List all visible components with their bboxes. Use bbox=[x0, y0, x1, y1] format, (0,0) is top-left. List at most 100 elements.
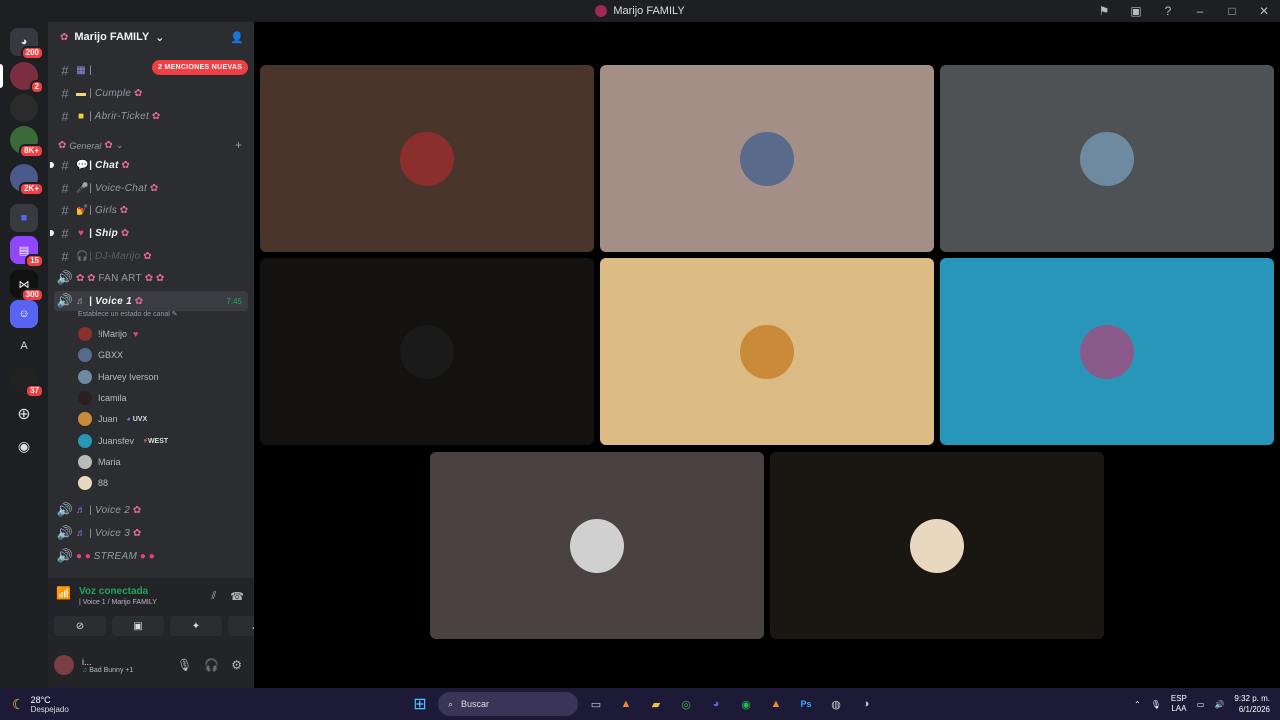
channel-cumple[interactable]: # ▬ | Cumple ✿ bbox=[54, 83, 248, 103]
channel-voice-1[interactable]: 🔊 ♬ | Voice 1 ✿ 7:45 bbox=[54, 291, 248, 311]
screen-icon[interactable]: ▣ bbox=[1120, 0, 1152, 22]
mic-emoji: 🎤 bbox=[76, 182, 89, 194]
title-bar: Marijo FAMILY ⚑ ▣ ? – □ ✕ bbox=[0, 0, 1280, 22]
twitch-icon[interactable]: ▤ 15 bbox=[10, 236, 44, 268]
category-general[interactable]: ✿ General ✿ ⌄ bbox=[58, 140, 123, 151]
avatar bbox=[740, 131, 794, 186]
avatar bbox=[1080, 324, 1134, 379]
chevron-up-icon[interactable]: ⌃ bbox=[1134, 700, 1141, 709]
maximize-button[interactable]: □ bbox=[1216, 0, 1248, 22]
participant-tile[interactable] bbox=[940, 258, 1274, 445]
file-explorer-icon[interactable]: ▰ bbox=[644, 692, 668, 716]
activities-button[interactable]: ✦ bbox=[170, 616, 222, 636]
windows-start-icon[interactable]: ⊞ bbox=[408, 692, 432, 716]
participant-tile[interactable] bbox=[600, 258, 934, 445]
avatar bbox=[1080, 131, 1134, 186]
screen-share-icon: ▣ bbox=[133, 620, 143, 632]
explore-icon[interactable]: ◉ bbox=[10, 432, 38, 460]
inbox-icon[interactable]: ⚑ bbox=[1088, 0, 1120, 22]
volume-icon[interactable]: 🔊 bbox=[1214, 700, 1224, 709]
participant-tile[interactable] bbox=[260, 258, 594, 445]
participant-tile[interactable] bbox=[430, 452, 764, 639]
voice-member[interactable]: GBXX bbox=[78, 346, 123, 364]
app-icon[interactable]: ▲ bbox=[764, 692, 788, 716]
task-view-icon[interactable]: ▭ bbox=[584, 692, 608, 716]
search-box[interactable]: ⌕ Buscar bbox=[438, 692, 578, 716]
server-avatar-icon[interactable]: ☺ bbox=[10, 300, 38, 328]
server-name: Marijo FAMILY bbox=[74, 31, 150, 43]
voice-member[interactable]: Juan ◕ UVX bbox=[78, 410, 147, 428]
participant-tile[interactable] bbox=[260, 65, 594, 252]
chrome-icon[interactable]: ◎ bbox=[674, 692, 698, 716]
server-avatar-icon[interactable]: ⋈ 300 bbox=[10, 270, 44, 302]
minimize-button[interactable]: – bbox=[1184, 0, 1216, 22]
participant-tile[interactable] bbox=[600, 65, 934, 252]
discord-icon[interactable]: ◕ bbox=[704, 692, 728, 716]
voice-member[interactable]: Juansfev ⚡WEST bbox=[78, 432, 168, 450]
temperature: 28°C bbox=[30, 694, 51, 705]
github-icon[interactable]: ◑ bbox=[854, 692, 878, 716]
voice-member[interactable]: !iMarijo ♥ bbox=[78, 325, 138, 343]
participant-tile[interactable] bbox=[940, 65, 1274, 252]
channel-voice-2[interactable]: 🔊 ♬ | Voice 2 ✿ bbox=[54, 500, 248, 520]
music-emoji: ♬ bbox=[76, 295, 86, 307]
server-icon bbox=[595, 5, 608, 17]
voice-member[interactable]: Icamila bbox=[78, 389, 127, 407]
channel-voice-chat[interactable]: # 🎤 | Voice-Chat ✿ bbox=[54, 178, 248, 198]
vlc-icon[interactable]: ▲ bbox=[614, 692, 638, 716]
server-avatar-icon[interactable]: 8K+ bbox=[10, 126, 44, 158]
server-header[interactable]: ✿ Marijo FAMILY ⌄ 👤 bbox=[48, 22, 254, 52]
activities-icon: ✦ bbox=[191, 620, 201, 632]
add-server-icon[interactable]: ⊕ bbox=[10, 400, 38, 428]
voice-active-icon: 🔊 bbox=[56, 293, 74, 308]
channel-chat[interactable]: # 💬 | Chat ✿ bbox=[50, 155, 248, 175]
discord-home-icon[interactable]: ◕ 200 bbox=[10, 28, 44, 60]
folder-icon[interactable]: ■ bbox=[10, 204, 38, 232]
voice-member[interactable]: Maria bbox=[78, 453, 121, 471]
network-icon[interactable]: ▭ bbox=[1197, 700, 1205, 709]
voice-location[interactable]: | Voice 1 / Marijo FAMILY bbox=[79, 599, 157, 606]
channel-status[interactable]: Establece un estado de canal ✎ bbox=[78, 310, 178, 318]
channel-girls[interactable]: # 💅 | Girls ✿ bbox=[54, 200, 248, 220]
help-icon[interactable]: ? bbox=[1152, 0, 1184, 22]
close-button[interactable]: ✕ bbox=[1248, 0, 1280, 22]
weather-widget[interactable]: ☾ 28°C Despejado bbox=[12, 695, 69, 714]
voice-member[interactable]: 88 bbox=[78, 474, 108, 492]
server-avatar-icon[interactable]: 2 bbox=[10, 62, 44, 94]
channel-voice-3[interactable]: 🔊 ♬ | Voice 3 ✿ bbox=[54, 523, 248, 543]
weather-condition: Despejado bbox=[30, 704, 69, 714]
server-avatar-icon[interactable]: 2K+ bbox=[10, 164, 44, 196]
disconnect-icon[interactable]: ☎ bbox=[230, 590, 244, 603]
spotify-icon[interactable]: ◉ bbox=[734, 692, 758, 716]
mic-icon[interactable]: 🎙 bbox=[177, 658, 192, 672]
flower-icon: ✿ bbox=[60, 31, 69, 43]
app-icon[interactable]: ◍ bbox=[824, 692, 848, 716]
add-member-icon[interactable]: 👤 bbox=[230, 31, 244, 44]
noise-suppression-icon[interactable]: ⫽ bbox=[211, 590, 216, 603]
avatar bbox=[400, 131, 454, 186]
add-channel-icon[interactable]: + bbox=[235, 138, 242, 152]
speech-emoji: 💬 bbox=[76, 159, 89, 171]
voice-status: Voz conectada bbox=[78, 586, 149, 597]
mic-tray-icon[interactable]: 🎙 bbox=[1151, 700, 1161, 709]
headphones-icon[interactable]: 🎧 bbox=[204, 658, 219, 672]
speaker-icon: 🔊 bbox=[56, 502, 74, 517]
screen-share-button[interactable]: ▣ bbox=[112, 616, 164, 636]
avatar[interactable] bbox=[54, 655, 74, 675]
camera-button[interactable]: ⊘ bbox=[54, 616, 106, 636]
server-avatar-icon[interactable]: 37 bbox=[10, 366, 44, 398]
channel-stream[interactable]: 🔊 ● ● STREAM ● ● bbox=[54, 546, 248, 566]
channel-dj-marijo[interactable]: # 🎧 | DJ-Marijo ✿ bbox=[54, 246, 248, 266]
letter-a-icon[interactable]: A bbox=[10, 332, 38, 360]
signal-icon[interactable]: 📶 bbox=[56, 586, 71, 606]
photoshop-icon[interactable]: Ps bbox=[794, 692, 818, 716]
voice-member[interactable]: Harvey Iverson bbox=[78, 368, 159, 386]
server-avatar-icon[interactable] bbox=[10, 94, 38, 122]
channel-fan-art[interactable]: 🔊 ✿ ✿ FAN ART ✿ ✿ bbox=[54, 268, 248, 288]
settings-gear-icon[interactable]: ⚙ bbox=[231, 658, 242, 672]
channel-abrir-ticket[interactable]: # ■ | Abrir-Ticket ✿ bbox=[54, 106, 248, 126]
clock[interactable]: 9:32 p. m. 6/1/2026 bbox=[1234, 693, 1270, 715]
mentions-pill[interactable]: 2 MENCIONES NUEVAS bbox=[152, 60, 249, 75]
channel-ship[interactable]: # ♥ | Ship ✿ bbox=[50, 223, 248, 243]
participant-tile[interactable] bbox=[770, 452, 1104, 639]
